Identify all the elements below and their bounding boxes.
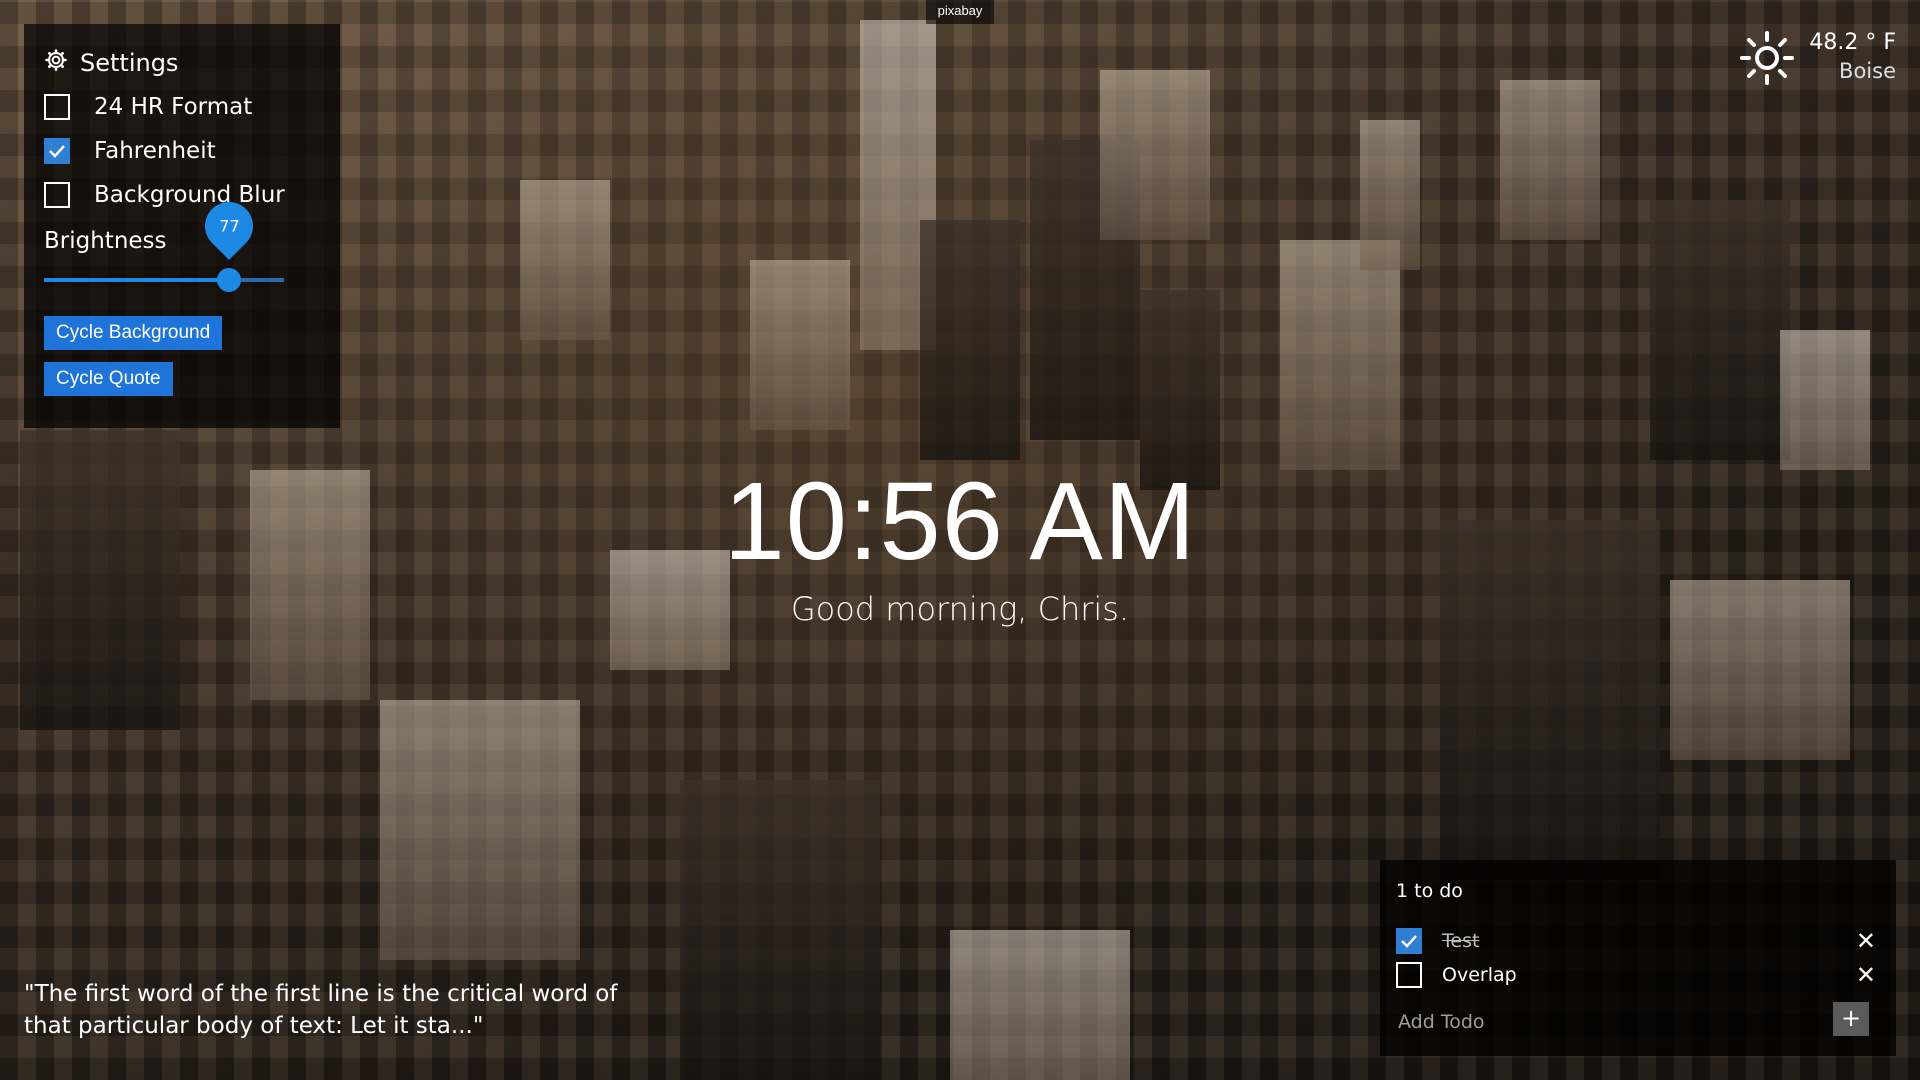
settings-header: Settings (44, 48, 178, 78)
option-24hr-format[interactable]: 24 HR Format (44, 94, 252, 120)
sun-icon (1739, 30, 1795, 90)
temperature: 48.2 ° F (1809, 30, 1896, 55)
todo-count: 1 to do (1396, 880, 1463, 902)
weather-city: Boise (1839, 59, 1896, 83)
checkbox-background-blur[interactable] (44, 182, 70, 208)
todo-item: Test ✕ (1396, 928, 1876, 954)
slider-fill (44, 278, 229, 282)
clock-time: 10:56 AM (723, 460, 1197, 583)
settings-title: Settings (80, 49, 179, 77)
quote-text: "The first word of the first line is the… (24, 981, 618, 1039)
brightness-slider[interactable]: 77 (44, 192, 284, 292)
todo-checkbox[interactable] (1396, 962, 1422, 988)
cycle-background-button[interactable]: Cycle Background (44, 316, 223, 350)
option-label: 24 HR Format (94, 94, 253, 120)
slider-thumb[interactable] (216, 268, 241, 292)
greeting: Good morning, Chris. (790, 590, 1130, 628)
add-todo-input[interactable] (1396, 1006, 1840, 1038)
close-icon[interactable]: ✕ (1856, 929, 1876, 953)
todo-checkbox[interactable] (1396, 928, 1422, 954)
checkmark-icon (1401, 935, 1417, 948)
checkbox-fahrenheit[interactable] (44, 138, 70, 164)
settings-panel: Settings 24 HR Format Fahrenheit Backgro… (24, 24, 340, 428)
close-icon[interactable]: ✕ (1856, 963, 1876, 987)
cycle-quote-button[interactable]: Cycle Quote (44, 362, 173, 396)
checkmark-icon (49, 145, 65, 158)
image-credit: pixabay (926, 0, 994, 24)
option-fahrenheit[interactable]: Fahrenheit (44, 138, 216, 164)
todo-panel: 1 to do Test ✕ Overlap ✕ + (1380, 860, 1896, 1056)
todo-text: Test (1442, 930, 1480, 952)
option-background-blur[interactable]: Background Blur (44, 182, 285, 208)
todo-text: Overlap (1442, 964, 1517, 986)
checkbox-24hr-format[interactable] (44, 94, 70, 120)
option-label: Background Blur (94, 182, 285, 208)
todo-item: Overlap ✕ (1396, 962, 1876, 988)
option-label: Fahrenheit (94, 138, 216, 164)
gear-icon[interactable] (44, 48, 68, 78)
add-todo-button[interactable]: + (1833, 1002, 1869, 1036)
slider-value: 77 (218, 216, 239, 236)
weather-widget: 48.2 ° F Boise (1739, 30, 1896, 90)
brightness-label: Brightness (44, 228, 167, 254)
